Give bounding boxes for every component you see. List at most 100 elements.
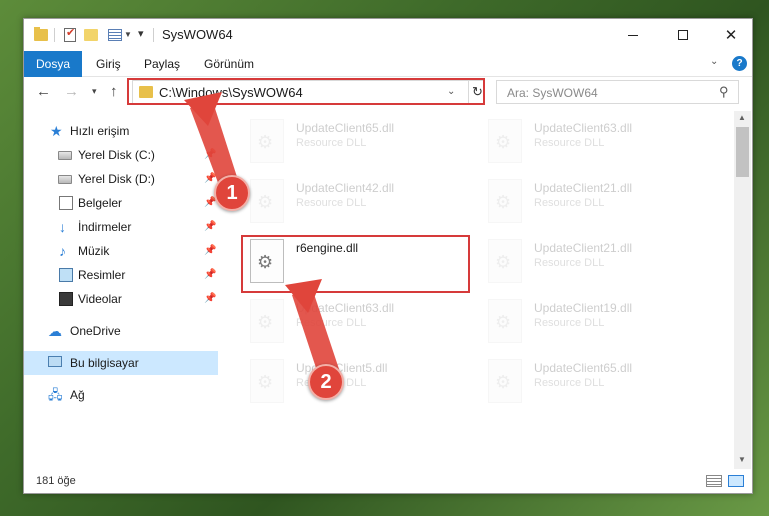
ribbon-expand-icon[interactable]: ⌄ [710,56,718,67]
address-row: ← → ▾ ↑ C:\Windows\SysWOW64 ⌄ ↻ Ara: Sys… [24,77,752,109]
sidebar-item-label: Belgeler [78,196,123,210]
sidebar-item-label: Yerel Disk (C:) [78,148,155,162]
properties-icon[interactable] [64,26,76,42]
minimize-button[interactable] [610,19,656,51]
file-item[interactable]: UpdateClient63.dll Resource DLL [484,117,714,173]
step-badge-2: 2 [308,364,344,400]
file-explorer-window: ▼ ▾ SysWOW64 ✕ Dosya Giriş Paylaş Görünü… [23,18,753,494]
new-folder-icon[interactable] [84,29,98,41]
file-name: UpdateClient65.dll [296,121,395,135]
dll-file-icon [488,179,522,223]
drive-icon [58,151,72,160]
file-item[interactable]: UpdateClient65.dll Resource DLL [484,357,714,413]
file-item[interactable]: UpdateClient65.dll Resource DLL [246,117,476,173]
pin-icon[interactable]: 📌 [204,287,216,311]
sidebar-item-documents[interactable]: Belgeler 📌 [24,191,218,215]
dll-file-icon [488,119,522,163]
sidebar-item-label: OneDrive [70,324,121,338]
file-item[interactable]: UpdateClient5.dll Resource DLL [246,357,476,413]
search-placeholder: Ara: SysWOW64 [507,86,598,100]
refresh-button[interactable]: ↻ [468,81,486,103]
view-options-icon[interactable] [108,29,122,41]
file-name: UpdateClient21.dll [534,241,633,255]
search-icon: ⚲ [719,84,729,99]
scrollbar-thumb[interactable] [736,127,749,177]
sidebar-item-quick-access[interactable]: ★ Hızlı erişim [24,119,218,143]
pictures-icon [59,268,73,282]
sidebar-item-local-disk-d[interactable]: Yerel Disk (D:) 📌 [24,167,218,191]
scroll-down-icon[interactable]: ▼ [738,455,746,464]
dll-file-icon [250,359,284,403]
sidebar-item-local-disk-c[interactable]: Yerel Disk (C:) 📌 [24,143,218,167]
dll-file-icon [250,299,284,343]
file-item[interactable]: UpdateClient21.dll Resource DLL [484,177,714,233]
dll-file-icon [250,239,284,283]
sidebar-item-music[interactable]: ♪ Müzik 📌 [24,239,218,263]
details-view-icon[interactable] [706,475,722,487]
pin-icon[interactable]: 📌 [204,143,216,167]
maximize-button[interactable] [660,19,706,51]
cloud-icon: ☁ [48,323,62,339]
file-type: Resource DLL [534,197,605,209]
status-bar: 181 öğe [24,471,752,493]
file-type: Resource DLL [534,317,605,329]
chevron-down-icon[interactable]: ⌄ [447,86,455,97]
recent-locations-button[interactable]: ▾ [92,86,97,97]
dll-file-icon [488,239,522,283]
file-item[interactable]: UpdateClient21.dll Resource DLL [484,237,714,293]
minimize-icon [628,34,638,36]
address-path[interactable]: C:\Windows\SysWOW64 [159,85,303,100]
sidebar-item-label: Yerel Disk (D:) [78,172,155,186]
sidebar-item-label: İndirmeler [78,220,132,234]
file-type: Resource DLL [534,377,605,389]
up-button[interactable]: ↑ [110,83,118,100]
customize-toolbar-icon[interactable]: ▾ [138,27,144,45]
drive-icon [58,175,72,184]
address-bar[interactable]: C:\Windows\SysWOW64 ⌄ ↻ [132,80,485,104]
dll-file-icon [250,179,284,223]
title-bar: ▼ ▾ SysWOW64 ✕ [24,19,752,51]
step-badge-1: 1 [214,175,250,211]
large-icons-view-icon[interactable] [728,475,744,487]
file-name: UpdateClient65.dll [534,361,633,375]
file-name: UpdateClient42.dll [296,181,395,195]
pin-icon[interactable]: 📌 [204,263,216,287]
tab-share[interactable]: Paylaş [132,51,192,77]
back-button[interactable]: ← [36,83,51,100]
pin-icon[interactable]: 📌 [204,215,216,239]
file-item[interactable]: UpdateClient63.dll Resource DLL [246,297,476,353]
file-item-highlighted[interactable]: r6engine.dll [246,237,476,293]
file-type: Resource DLL [296,317,367,329]
file-item[interactable]: UpdateClient42.dll Resource DLL [246,177,476,233]
sidebar-item-videos[interactable]: Videolar 📌 [24,287,218,311]
sidebar-item-label: Müzik [78,244,110,258]
pin-icon[interactable]: 📌 [204,239,216,263]
music-icon: ♪ [59,243,66,259]
videos-icon [59,292,73,306]
scroll-up-icon[interactable]: ▲ [738,113,746,122]
sidebar-item-downloads[interactable]: ↓ İndirmeler 📌 [24,215,218,239]
search-input[interactable]: Ara: SysWOW64 ⚲ [496,80,739,104]
sidebar-item-onedrive[interactable]: ☁ OneDrive [24,319,218,343]
star-icon: ★ [50,123,63,139]
sidebar-item-this-pc[interactable]: Bu bilgisayar [24,351,218,375]
folder-icon [139,86,153,98]
vertical-scrollbar[interactable]: ▲ ▼ [734,111,751,469]
tab-view[interactable]: Görünüm [192,51,266,77]
forward-button[interactable]: → [64,83,79,100]
chevron-down-icon[interactable]: ▼ [124,30,132,48]
sidebar-item-network[interactable]: 🖧 Ağ [24,383,218,407]
file-item[interactable]: UpdateClient19.dll Resource DLL [484,297,714,353]
file-name: UpdateClient19.dll [534,301,633,315]
help-icon[interactable]: ? [732,56,747,71]
sidebar-item-label: Bu bilgisayar [70,356,139,370]
documents-icon [59,196,73,210]
ribbon-tabs: Dosya Giriş Paylaş Görünüm ⌄ ? [24,51,752,107]
network-icon: 🖧 [48,387,63,402]
close-button[interactable]: ✕ [708,19,754,51]
sidebar-item-pictures[interactable]: Resimler 📌 [24,263,218,287]
window-title: SysWOW64 [162,27,233,42]
tab-home[interactable]: Giriş [84,51,133,77]
dll-file-icon [488,299,522,343]
sidebar-item-label: Hızlı erişim [70,124,130,138]
